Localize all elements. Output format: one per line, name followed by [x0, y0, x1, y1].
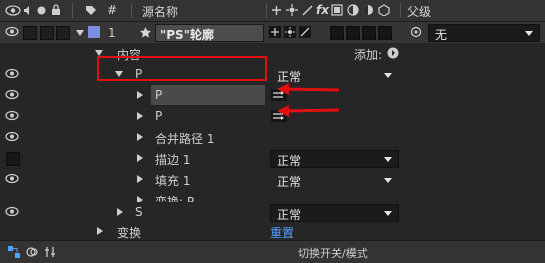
timeline-header: # 源名称 fx 父级 [0, 0, 545, 22]
frame-blend-switch[interactable] [330, 26, 344, 40]
expand-arrow-icon[interactable] [117, 208, 123, 216]
layer-name-field[interactable]: "PS"轮廓 [155, 24, 264, 42]
eye-icon[interactable] [5, 173, 19, 184]
lock-icon[interactable] [51, 4, 61, 16]
shy-icon[interactable] [269, 26, 281, 38]
fill-row[interactable]: 填充 1 正常 [0, 169, 545, 190]
eye-icon[interactable] [5, 131, 19, 142]
merge-paths-label: 合并路径 1 [155, 132, 215, 146]
chevron-down-icon [384, 157, 392, 162]
expand-arrow-icon[interactable] [137, 154, 143, 162]
stroke-label: 描边 1 [155, 153, 191, 167]
merge-paths-row[interactable]: 合并路径 1 [0, 127, 545, 148]
expand-arrow-icon[interactable] [137, 91, 143, 99]
group-s-blend-value: 正常 [277, 208, 302, 222]
transform-row[interactable]: 变换 重置 [0, 222, 545, 241]
expand-arrow-icon[interactable] [137, 133, 143, 141]
layer-row[interactable]: 1 "PS"轮廓 无 [0, 22, 545, 44]
label-tag-icon[interactable] [85, 5, 97, 16]
collapse-icon[interactable] [284, 26, 296, 38]
fill-label: 填充 1 [155, 174, 191, 188]
col-number-header: # [107, 3, 118, 17]
layer-number: 1 [108, 26, 116, 40]
motion-blur-icon[interactable] [347, 4, 359, 16]
audio-switch[interactable] [23, 26, 37, 40]
frame-blend-icon[interactable] [331, 4, 343, 16]
eye-icon[interactable] [5, 68, 19, 79]
chevron-down-icon [525, 31, 533, 36]
quality-icon[interactable] [302, 5, 313, 16]
expand-arrow-icon[interactable] [97, 227, 103, 235]
eye-icon[interactable] [5, 110, 19, 121]
divider [72, 3, 73, 18]
col-source-name-header[interactable]: 源名称 [142, 3, 178, 20]
divider [400, 3, 401, 18]
col-parent-header: 父级 [407, 5, 432, 19]
expand-collapse-icon[interactable] [26, 246, 38, 258]
annotation-box [97, 56, 267, 81]
stroke-blend-value: 正常 [277, 154, 302, 168]
visibility-switch-off[interactable] [6, 152, 20, 166]
parent-value: 无 [435, 28, 448, 42]
fill-blend-value: 正常 [277, 175, 302, 189]
expand-arrow-icon[interactable] [76, 30, 84, 36]
group-s-row[interactable]: S 正常 [0, 202, 545, 223]
content-row[interactable]: 内容 添加: [0, 43, 545, 64]
divider [266, 3, 267, 18]
expand-arrow-icon[interactable] [137, 175, 143, 183]
annotation-arrow-icon [277, 105, 340, 117]
stroke-row[interactable]: 描边 1 正常 [0, 148, 545, 169]
transfer-controls-icon[interactable] [44, 246, 56, 258]
star-icon [140, 27, 151, 38]
path-p1-row[interactable]: P [0, 85, 545, 106]
parent-dropdown[interactable]: 无 [428, 24, 540, 42]
group-s-blend-dropdown[interactable]: 正常 [270, 204, 399, 222]
expand-arrow-icon[interactable] [137, 112, 143, 120]
fx-icon[interactable]: fx [316, 3, 329, 17]
lock-switch[interactable] [56, 26, 70, 40]
path-p2-label: P [155, 109, 163, 123]
chevron-down-icon [384, 73, 392, 78]
timeline-footer: 切换开关/模式 [0, 240, 545, 263]
solo-switch[interactable] [40, 26, 54, 40]
transform-label: 变换 [117, 226, 142, 240]
selected-highlight [151, 85, 265, 105]
shy-icon[interactable] [271, 5, 282, 16]
group-p-row[interactable]: P 正常 [0, 64, 545, 85]
collapse-icon[interactable] [286, 4, 298, 16]
path-p1-label: P [155, 88, 163, 102]
layer-name: "PS"轮廓 [160, 28, 214, 42]
eye-icon[interactable] [5, 89, 19, 100]
toggle-switches-modes-button[interactable]: 切换开关/模式 [298, 245, 368, 261]
fill-blend-dropdown[interactable]: 正常 [270, 171, 399, 189]
chevron-down-icon [384, 211, 392, 216]
label-color-swatch[interactable] [88, 26, 100, 38]
quality-icon[interactable] [299, 26, 311, 38]
stroke-blend-dropdown[interactable]: 正常 [270, 150, 399, 168]
divider [131, 3, 132, 18]
adjustment-icon[interactable] [362, 4, 374, 16]
pickwhip-icon[interactable] [410, 26, 422, 38]
adjustment-switch[interactable] [362, 26, 376, 40]
eye-icon[interactable] [5, 5, 21, 16]
eye-icon[interactable] [5, 26, 19, 37]
3d-switch[interactable] [378, 26, 392, 40]
reset-link[interactable]: 重置 [270, 224, 294, 241]
motion-blur-switch[interactable] [346, 26, 360, 40]
audio-icon[interactable] [23, 5, 33, 16]
annotation-arrow-icon [277, 83, 340, 95]
comp-flowchart-icon[interactable] [8, 246, 20, 258]
eye-icon[interactable] [5, 206, 19, 217]
group-s-label: S [135, 205, 143, 219]
3d-layer-icon[interactable] [378, 4, 390, 16]
solo-icon[interactable] [37, 6, 46, 15]
add-label: 添加: [354, 48, 383, 62]
chevron-down-icon [384, 178, 392, 183]
path-p2-row[interactable]: P [0, 106, 545, 127]
add-menu-icon[interactable] [387, 47, 399, 59]
